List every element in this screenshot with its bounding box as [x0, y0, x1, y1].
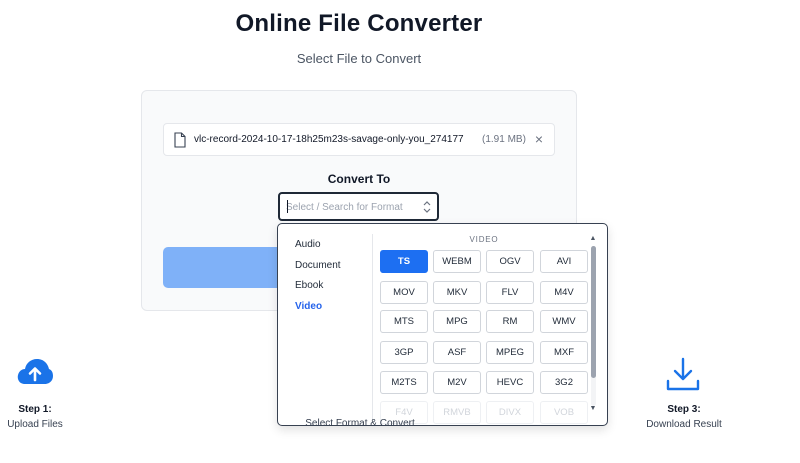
- step-1-title: Step 1:: [18, 404, 52, 415]
- category-audio[interactable]: Audio: [295, 239, 321, 250]
- scroll-up-icon[interactable]: ▲: [589, 235, 597, 243]
- format-option-m4v[interactable]: M4V: [540, 281, 588, 304]
- step-1-desc: Upload Files: [7, 419, 63, 430]
- page-title: Online File Converter: [235, 10, 483, 37]
- format-option-hevc[interactable]: HEVC: [486, 371, 534, 394]
- format-search-input[interactable]: [286, 199, 418, 215]
- file-size: (1.91 MB): [482, 134, 526, 145]
- format-grid: TS WEBM OGV AVI MOV MKV FLV M4V MTS MPG RM WMV 3GP AS…: [380, 250, 590, 425]
- format-option-mkv[interactable]: MKV: [433, 281, 481, 304]
- format-option-webm[interactable]: WEBM: [433, 250, 481, 273]
- chevron-up-down-icon: [423, 201, 431, 213]
- format-option-rm[interactable]: RM: [486, 310, 534, 333]
- download-icon: [666, 357, 700, 391]
- format-option-3gp[interactable]: 3GP: [380, 341, 428, 364]
- page-subtitle: Select File to Convert: [296, 51, 422, 66]
- category-ebook[interactable]: Ebook: [295, 280, 323, 291]
- format-option-avi[interactable]: AVI: [540, 250, 588, 273]
- format-option-divx[interactable]: DIVX: [486, 401, 534, 424]
- format-option-mts[interactable]: MTS: [380, 310, 428, 333]
- format-option-3g2[interactable]: 3G2: [540, 371, 588, 394]
- convert-button[interactable]: [163, 247, 283, 288]
- dropdown-divider: [372, 234, 373, 420]
- file-row: vlc-record-2024-10-17-18h25m23s-savage-o…: [163, 123, 555, 156]
- step-3-title: Step 3:: [667, 404, 701, 415]
- file-name: vlc-record-2024-10-17-18h25m23s-savage-o…: [194, 134, 464, 145]
- close-icon[interactable]: ×: [532, 131, 546, 147]
- format-option-flv[interactable]: FLV: [486, 281, 534, 304]
- format-option-rmvb[interactable]: RMVB: [433, 401, 481, 424]
- scroll-down-icon[interactable]: ▼: [589, 405, 597, 413]
- category-list: Audio Document Ebook Video: [278, 224, 372, 425]
- format-option-asf[interactable]: ASF: [433, 341, 481, 364]
- file-icon: [174, 132, 186, 148]
- format-option-ogv[interactable]: OGV: [486, 250, 534, 273]
- step-3-desc: Download Result: [646, 419, 722, 430]
- step-2-desc: Select Format & Convert: [305, 418, 415, 429]
- format-option-ts[interactable]: TS: [380, 250, 428, 273]
- category-video[interactable]: Video: [295, 301, 322, 312]
- format-dropdown: Audio Document Ebook Video VIDEO TS WEBM OGV A…: [277, 223, 608, 426]
- format-option-mxf[interactable]: MXF: [540, 341, 588, 364]
- convert-to-label: Convert To: [327, 172, 391, 186]
- section-label: VIDEO: [469, 235, 499, 244]
- text-caret: [287, 200, 288, 213]
- format-option-wmv[interactable]: WMV: [540, 310, 588, 333]
- cloud-upload-icon: [17, 359, 53, 384]
- format-option-m2v[interactable]: M2V: [433, 371, 481, 394]
- step-3: Step 3: Download Result: [639, 404, 729, 430]
- format-select[interactable]: [278, 192, 439, 221]
- format-option-mpg[interactable]: MPG: [433, 310, 481, 333]
- format-option-mov[interactable]: MOV: [380, 281, 428, 304]
- format-option-vob[interactable]: VOB: [540, 401, 588, 424]
- format-option-mpeg[interactable]: MPEG: [486, 341, 534, 364]
- category-document[interactable]: Document: [295, 260, 341, 271]
- step-1: Step 1: Upload Files: [0, 404, 70, 430]
- format-option-m2ts[interactable]: M2TS: [380, 371, 428, 394]
- scrollbar-thumb[interactable]: [591, 246, 596, 378]
